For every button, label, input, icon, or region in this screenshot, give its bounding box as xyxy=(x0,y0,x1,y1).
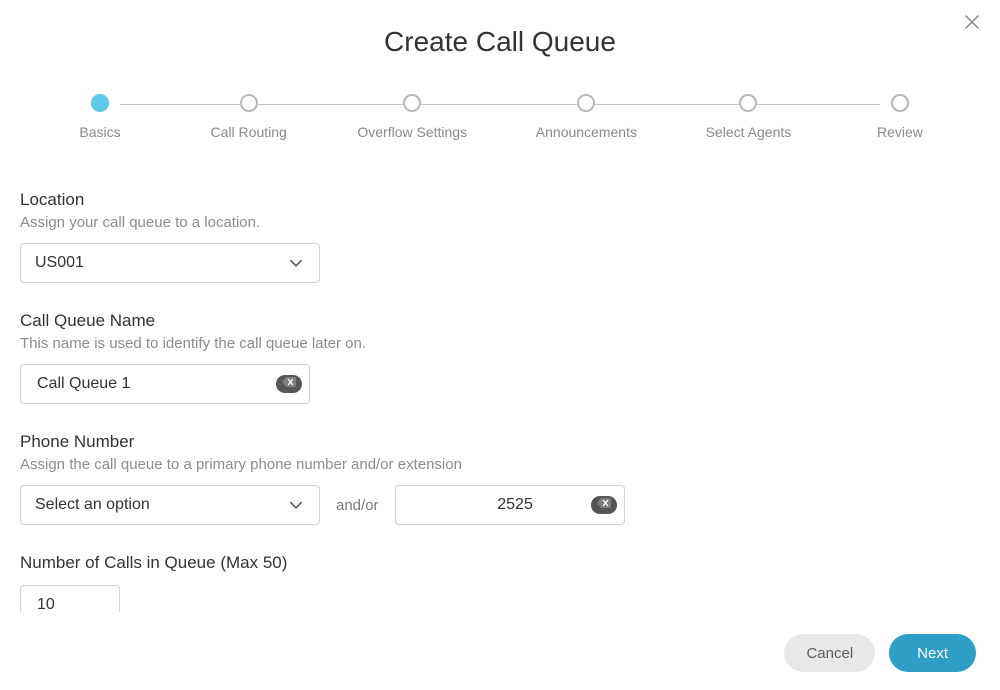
and-or-text: and/or xyxy=(336,497,379,514)
step-overflow-settings[interactable]: Overflow Settings xyxy=(357,94,467,140)
step-call-routing[interactable]: Call Routing xyxy=(209,94,289,140)
extension-text[interactable] xyxy=(410,495,621,515)
step-label: Select Agents xyxy=(706,124,792,140)
queue-name-input[interactable] xyxy=(20,364,310,404)
chevron-down-icon xyxy=(287,254,305,272)
step-circle-icon xyxy=(739,94,757,112)
step-label: Call Routing xyxy=(211,124,287,140)
cancel-button[interactable]: Cancel xyxy=(784,634,875,672)
queue-name-description: This name is used to identify the call q… xyxy=(20,335,970,352)
phone-number-field-group: Phone Number Assign the call queue to a … xyxy=(20,432,970,525)
step-circle-icon xyxy=(577,94,595,112)
step-announcements[interactable]: Announcements xyxy=(536,94,637,140)
step-circle-icon xyxy=(891,94,909,112)
max-calls-input[interactable] xyxy=(20,585,120,612)
wizard-stepper: Basics Call Routing Overflow Settings An… xyxy=(60,94,940,140)
phone-number-select[interactable]: Select an option xyxy=(20,485,320,525)
phone-number-description: Assign the call queue to a primary phone… xyxy=(20,456,970,473)
phone-number-label: Phone Number xyxy=(20,432,970,452)
close-button[interactable] xyxy=(960,12,984,36)
step-label: Announcements xyxy=(536,124,637,140)
step-label: Overflow Settings xyxy=(357,124,467,140)
step-select-agents[interactable]: Select Agents xyxy=(706,94,792,140)
modal-title: Create Call Queue xyxy=(0,0,1000,58)
chevron-down-icon xyxy=(287,496,305,514)
location-field-group: Location Assign your call queue to a loc… xyxy=(20,190,970,283)
create-call-queue-modal: Create Call Queue Basics Call Routing Ov… xyxy=(0,0,1000,690)
step-circle-icon xyxy=(403,94,421,112)
step-circle-icon xyxy=(91,94,109,112)
queue-name-label: Call Queue Name xyxy=(20,311,970,331)
max-calls-label: Number of Calls in Queue (Max 50) xyxy=(20,553,970,573)
clear-tag-icon xyxy=(597,496,611,514)
location-select[interactable]: US001 xyxy=(20,243,320,283)
phone-number-select-value: Select an option xyxy=(35,496,287,514)
clear-tag-icon xyxy=(282,375,296,393)
step-review[interactable]: Review xyxy=(860,94,940,140)
next-button[interactable]: Next xyxy=(889,634,976,672)
step-circle-icon xyxy=(240,94,258,112)
max-calls-field-group: Number of Calls in Queue (Max 50) xyxy=(20,553,970,612)
clear-extension-button[interactable] xyxy=(591,496,617,514)
queue-name-text[interactable] xyxy=(35,374,295,394)
clear-queue-name-button[interactable] xyxy=(276,375,302,393)
form-scroll-area[interactable]: Location Assign your call queue to a loc… xyxy=(20,190,990,612)
location-description: Assign your call queue to a location. xyxy=(20,214,970,231)
queue-name-field-group: Call Queue Name This name is used to ide… xyxy=(20,311,970,404)
location-label: Location xyxy=(20,190,970,210)
location-select-value: US001 xyxy=(35,254,287,272)
step-label: Review xyxy=(877,124,923,140)
footer-buttons: Cancel Next xyxy=(784,634,976,672)
max-calls-text[interactable] xyxy=(35,595,246,612)
step-label: Basics xyxy=(79,124,120,140)
step-basics[interactable]: Basics xyxy=(60,94,140,140)
close-icon xyxy=(964,14,980,35)
